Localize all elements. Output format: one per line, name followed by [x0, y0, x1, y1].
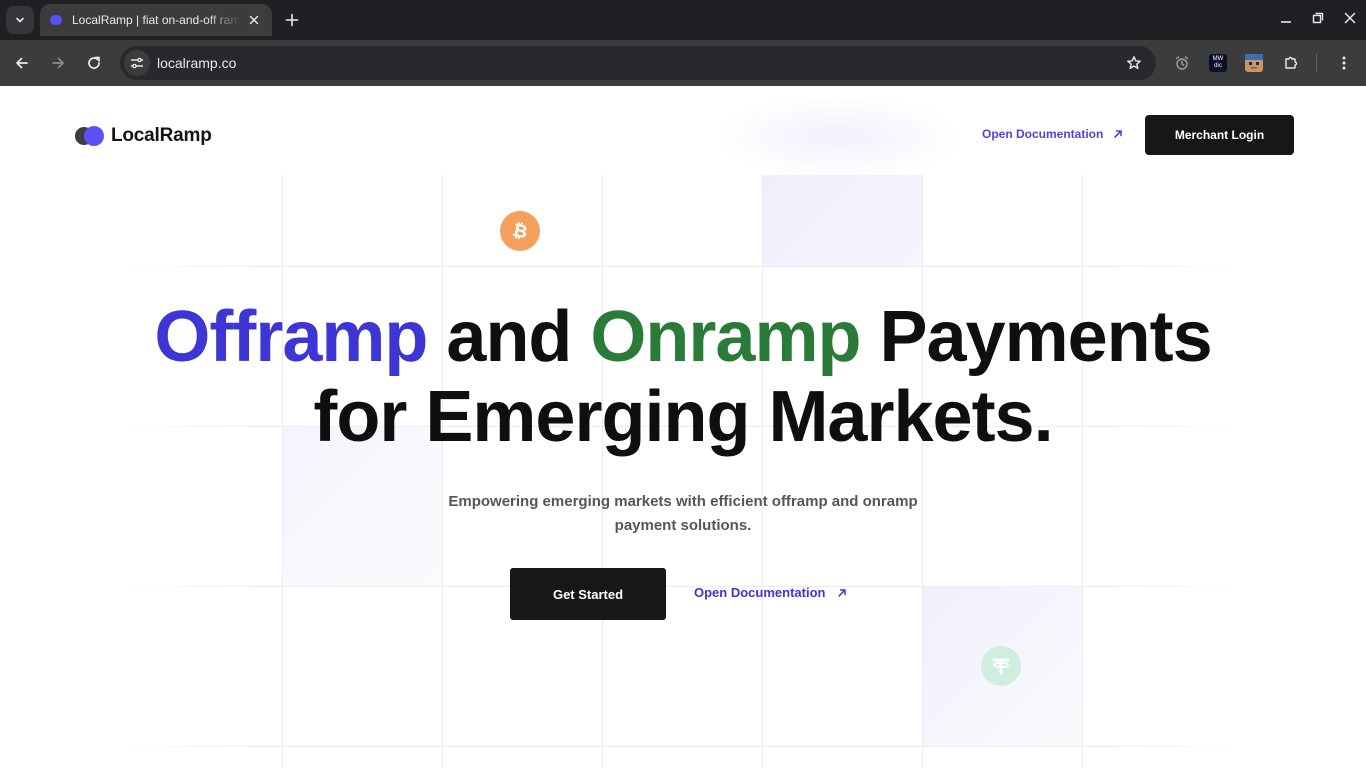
grid-line [1082, 175, 1083, 768]
extension-dic-label: dic [1214, 63, 1222, 69]
close-window-button[interactable] [1336, 6, 1364, 30]
close-icon [1344, 12, 1356, 24]
star-icon [1127, 56, 1141, 70]
nav-documentation-label: Open Documentation [982, 127, 1104, 141]
webpage: LocalRamp Open Documentation Merchant Lo… [0, 87, 1366, 768]
grid-line [442, 175, 443, 768]
headline-offramp: Offramp [154, 297, 428, 377]
grid-line [282, 175, 283, 768]
brand-name: LocalRamp [111, 125, 212, 146]
browser-tabstrip: LocalRamp | fiat on-and-off ramp [0, 0, 1366, 40]
minimize-button[interactable] [1272, 6, 1300, 30]
browser-menu-button[interactable] [1333, 52, 1355, 74]
hero-subtitle: Empowering emerging markets with efficie… [448, 493, 918, 534]
tune-icon [130, 57, 144, 69]
restore-button[interactable] [1304, 6, 1332, 30]
merchant-login-button[interactable]: Merchant Login [1145, 115, 1294, 155]
headline-onramp: Onramp [590, 297, 861, 377]
grid-line [120, 266, 1246, 267]
extension-mw-label: MW [1212, 56, 1224, 62]
logo-mark-icon [75, 126, 104, 146]
toolbar-separator [1316, 54, 1317, 72]
browser-toolbar: localramp.co MW dic [0, 40, 1366, 86]
grid-line [120, 746, 1246, 747]
url-text: localramp.co [157, 55, 237, 71]
hero-documentation-label: Open Documentation [694, 585, 826, 600]
face-icon [1245, 54, 1263, 69]
reload-icon [88, 56, 100, 69]
extension-mw-dic[interactable]: MW dic [1209, 54, 1227, 72]
grid-tint-top [722, 97, 956, 177]
hero-documentation-link[interactable]: Open Documentation [694, 585, 847, 600]
close-icon[interactable] [246, 12, 262, 28]
headline-payments: Payments [860, 297, 1212, 377]
grid-line [120, 586, 1246, 587]
tab-search-button[interactable] [6, 6, 34, 34]
svg-text:₿: ₿ [511, 220, 530, 242]
grid-tile-highlight [762, 175, 922, 266]
restore-icon [1312, 12, 1324, 24]
reload-button[interactable] [80, 49, 108, 77]
new-tab-button[interactable] [280, 8, 304, 32]
back-button[interactable] [8, 49, 36, 77]
arrow-left-icon [16, 57, 28, 69]
nav-documentation-link[interactable]: Open Documentation [982, 127, 1123, 141]
tab-favicon-icon [50, 15, 62, 25]
address-bar[interactable]: localramp.co [120, 46, 1156, 80]
headline-and: and [427, 297, 591, 377]
plus-icon [285, 13, 299, 27]
tether-icon [981, 646, 1021, 686]
site-info-button[interactable] [124, 50, 150, 76]
bitcoin-icon: ₿ [500, 211, 540, 251]
grid-line [602, 175, 603, 768]
forward-button[interactable] [44, 49, 72, 77]
bookmark-button[interactable] [1124, 53, 1144, 73]
extension-avatar[interactable] [1245, 54, 1263, 72]
extension-alarm[interactable] [1171, 52, 1193, 74]
grid-line [762, 175, 763, 768]
hero-headline: Offramp and Onramp Payments for Emerging… [0, 297, 1366, 457]
more-vertical-icon [1342, 56, 1346, 70]
puzzle-icon [1285, 56, 1298, 69]
grid-line [922, 175, 923, 768]
tab-title: LocalRamp | fiat on-and-off ramp [72, 13, 240, 27]
minimize-icon [1281, 21, 1291, 23]
arrow-up-right-icon [838, 588, 847, 597]
browser-tab[interactable]: LocalRamp | fiat on-and-off ramp [40, 4, 272, 36]
extensions-button[interactable] [1280, 52, 1302, 74]
arrow-up-right-icon [1114, 130, 1123, 138]
alarm-clock-icon [1175, 56, 1189, 70]
headline-line-2: for Emerging Markets. [313, 377, 1053, 457]
brand-logo[interactable]: LocalRamp [75, 125, 212, 147]
chevron-down-icon [16, 17, 24, 23]
arrow-right-icon [52, 57, 64, 69]
get-started-button[interactable]: Get Started [510, 568, 666, 620]
